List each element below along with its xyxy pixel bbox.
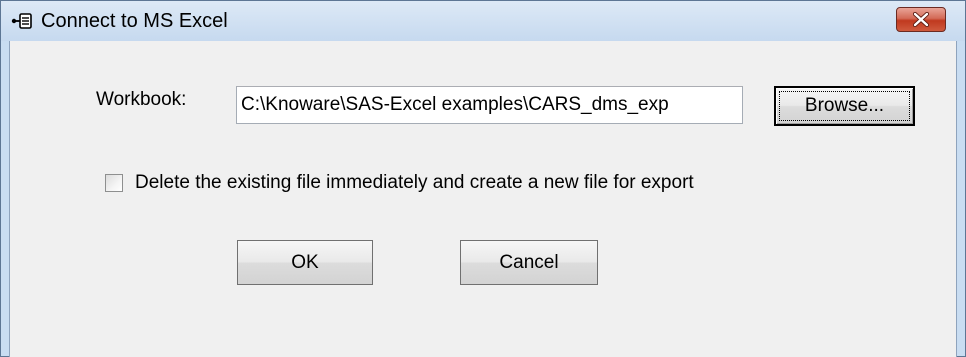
delete-existing-file-label[interactable]: Delete the existing file immediately and…: [135, 172, 694, 194]
connect-dialog: Connect to MS Excel Workbook: C:\Knoware…: [0, 0, 966, 357]
workbook-label: Workbook:: [96, 89, 187, 110]
workbook-path-input[interactable]: C:\Knoware\SAS-Excel examples\CARS_dms_e…: [236, 86, 743, 124]
ok-button[interactable]: OK: [237, 240, 373, 285]
close-button[interactable]: [896, 7, 946, 32]
close-icon: [913, 12, 929, 27]
window-title: Connect to MS Excel: [41, 10, 228, 32]
title-bar[interactable]: Connect to MS Excel: [1, 1, 965, 41]
cancel-button[interactable]: Cancel: [460, 240, 598, 285]
browse-button-label: Browse...: [804, 95, 885, 116]
browse-button[interactable]: Browse...: [774, 86, 915, 126]
delete-existing-file-checkbox[interactable]: [105, 174, 123, 192]
excel-connection-icon: [11, 12, 33, 30]
dialog-body: Workbook: C:\Knoware\SAS-Excel examples\…: [9, 41, 957, 357]
